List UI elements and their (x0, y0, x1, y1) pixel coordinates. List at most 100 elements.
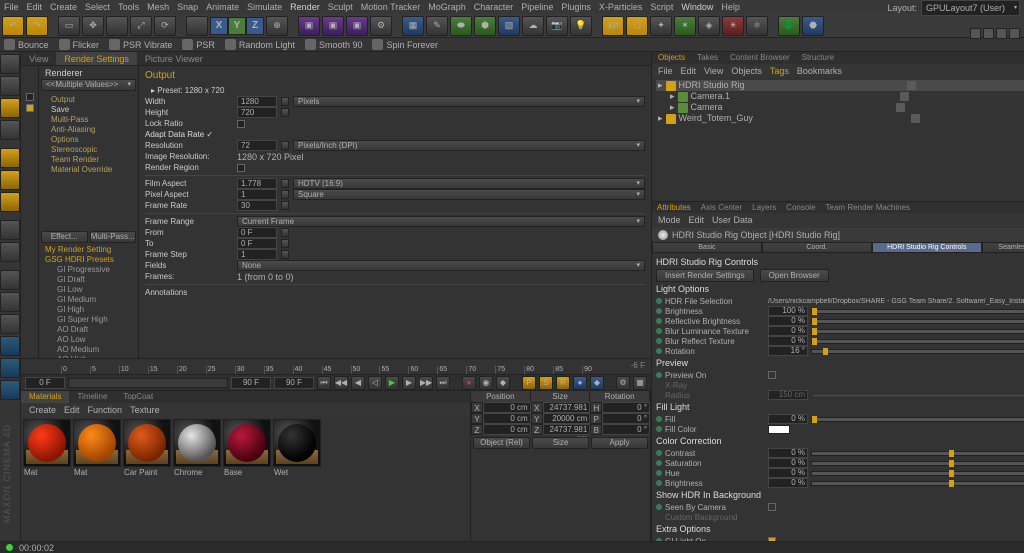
generator-icon[interactable]: ⬢ (474, 16, 496, 36)
render-view-icon[interactable]: ▣ (298, 16, 320, 36)
spin-forever-plugin[interactable]: Spin Forever (372, 39, 438, 50)
goto-end-icon[interactable]: ⏭ (436, 376, 450, 390)
material-item[interactable]: Mat (73, 419, 121, 478)
hue-input[interactable]: 0 % (768, 468, 808, 478)
select-icon[interactable]: ▭ (58, 16, 80, 36)
anim-mode2-icon[interactable]: ▦ (633, 376, 647, 390)
pixel-aspect-dropdown[interactable]: Square (293, 189, 645, 200)
frame-rate-input[interactable]: 30 (237, 200, 277, 211)
object-tag-icon[interactable] (900, 92, 909, 101)
viewport-solo-icon[interactable] (0, 242, 20, 262)
tab-attributes[interactable]: Attributes (652, 202, 696, 213)
bounce-plugin[interactable]: Bounce (4, 39, 49, 50)
rotation-input[interactable]: 16 ° (768, 346, 808, 356)
position-input[interactable]: 0 cm (483, 402, 531, 413)
tab-structure[interactable]: Structure (796, 52, 840, 64)
brightness2-slider[interactable] (811, 481, 1024, 486)
object-row[interactable]: ▸Weird_Totem_Guy (656, 113, 1024, 124)
menu-animate[interactable]: Animate (206, 2, 239, 12)
tab-render-settings[interactable]: Render Settings (56, 52, 137, 65)
attr-userdata[interactable]: User Data (712, 215, 753, 226)
psr-plugin[interactable]: PSR (182, 39, 215, 50)
gi-draft[interactable]: GI Draft (39, 275, 138, 285)
timeline-end[interactable]: 90 F (231, 377, 271, 389)
workplane-xz-icon[interactable] (0, 336, 20, 356)
brightness-input[interactable]: 100 % (768, 306, 808, 316)
points-mode-icon[interactable] (0, 148, 20, 168)
render-region-icon[interactable]: ▣ (322, 16, 344, 36)
adapt-data-rate[interactable]: Adapt Data Rate ✓ (145, 130, 233, 139)
blur-reflect-input[interactable]: 0 % (768, 336, 808, 346)
mat-function[interactable]: Function (88, 405, 123, 415)
coord-system-icon[interactable]: ⊕ (266, 16, 288, 36)
workplane-icon[interactable] (0, 120, 20, 140)
position-input[interactable]: 0 cm (483, 424, 531, 435)
fill-color-swatch[interactable] (768, 425, 790, 434)
menu-window[interactable]: Window (681, 2, 713, 12)
timeline-start[interactable]: 0 F (25, 377, 65, 389)
camera-icon[interactable]: 📷 (546, 16, 568, 36)
menu-pipeline[interactable]: Pipeline (521, 2, 553, 12)
pen-icon[interactable]: ✎ (426, 16, 448, 36)
rotation-input[interactable]: 0 ° (602, 402, 650, 413)
effect-button[interactable]: Effect... (41, 231, 88, 243)
cube-primitive-icon[interactable]: ▦ (402, 16, 424, 36)
frame-step-input[interactable]: 1 (237, 249, 277, 260)
render-region-checkbox[interactable] (237, 164, 245, 172)
resolution-input[interactable]: 72 (237, 140, 277, 151)
size-input[interactable]: 24737.981 cm (543, 424, 591, 435)
flicker-plugin[interactable]: Flicker (59, 39, 100, 50)
resolution-stepper[interactable] (281, 141, 289, 150)
tab-objects[interactable]: Objects (652, 52, 691, 64)
gi-super-high[interactable]: GI Super High (39, 315, 138, 325)
renderer-dropdown[interactable]: <<Multiple Values>> (41, 79, 136, 91)
contrast-slider[interactable] (811, 451, 1024, 456)
reflective-brightness-slider[interactable] (811, 319, 1024, 324)
xp7-icon[interactable]: ⚛ (746, 16, 768, 36)
hdr-file-value[interactable]: /Users/nickcampbell/Dropbox/SHARE - GSG … (768, 298, 1024, 305)
menu-character[interactable]: Character (474, 2, 514, 12)
object-row[interactable]: ▸Camera (656, 102, 1024, 113)
saturation-slider[interactable] (811, 461, 1024, 466)
tab-materials[interactable]: Materials (21, 391, 69, 403)
tree-material-override[interactable]: Material Override (39, 165, 138, 175)
obj-view[interactable]: View (704, 66, 723, 76)
menu-render[interactable]: Render (290, 2, 320, 12)
attr-edit[interactable]: Edit (689, 215, 705, 226)
home-icon[interactable] (983, 28, 994, 39)
blur-luminance-slider[interactable] (811, 329, 1024, 334)
redo-icon[interactable]: ↷ (26, 16, 48, 36)
menu-script[interactable]: Script (650, 2, 673, 12)
save-checkbox[interactable] (26, 93, 34, 101)
tree-anti-aliasing[interactable]: Anti-Aliasing (39, 125, 138, 135)
layout-dropdown[interactable]: GPULayout7 (User) (921, 0, 1020, 16)
menu-xparticles[interactable]: X-Particles (599, 2, 643, 12)
menu-select[interactable]: Select (85, 2, 110, 12)
width-unit-dropdown[interactable]: Pixels (293, 96, 645, 107)
texture-mode-icon[interactable] (0, 98, 20, 118)
goto-start-icon[interactable]: ⏮ (317, 376, 331, 390)
film-aspect-input[interactable]: 1.778 (237, 178, 277, 189)
workplane-zy-icon[interactable] (0, 380, 20, 400)
subtab-hdri-controls[interactable]: HDRI Studio Rig Controls (872, 242, 982, 253)
height-input[interactable]: 720 (237, 107, 277, 118)
mat-create[interactable]: Create (29, 405, 56, 415)
seen-by-camera-checkbox[interactable] (768, 503, 776, 511)
resolution-unit-dropdown[interactable]: Pixels/Inch (DPI) (293, 140, 645, 151)
tree-save[interactable]: Save (39, 105, 138, 115)
obj-tags[interactable]: Tags (770, 66, 789, 76)
random-light-plugin[interactable]: Random Light (225, 39, 295, 50)
contrast-input[interactable]: 0 % (768, 448, 808, 458)
gi-low[interactable]: GI Low (39, 285, 138, 295)
snap-icon[interactable] (0, 270, 20, 290)
height-stepper[interactable] (281, 108, 289, 117)
menu-edit[interactable]: Edit (27, 2, 43, 12)
preview-on-checkbox[interactable] (768, 371, 776, 379)
tree-gsg-presets[interactable]: GSG HDRI Presets (39, 255, 138, 265)
fields-dropdown[interactable]: None (237, 260, 645, 271)
tree-team-render[interactable]: Team Render (39, 155, 138, 165)
preset-label[interactable]: ▸ Preset: 1280 x 720 (145, 86, 233, 95)
menu-mesh[interactable]: Mesh (147, 2, 169, 12)
render-settings-icon[interactable]: ⚙ (370, 16, 392, 36)
obj-edit[interactable]: Edit (681, 66, 697, 76)
